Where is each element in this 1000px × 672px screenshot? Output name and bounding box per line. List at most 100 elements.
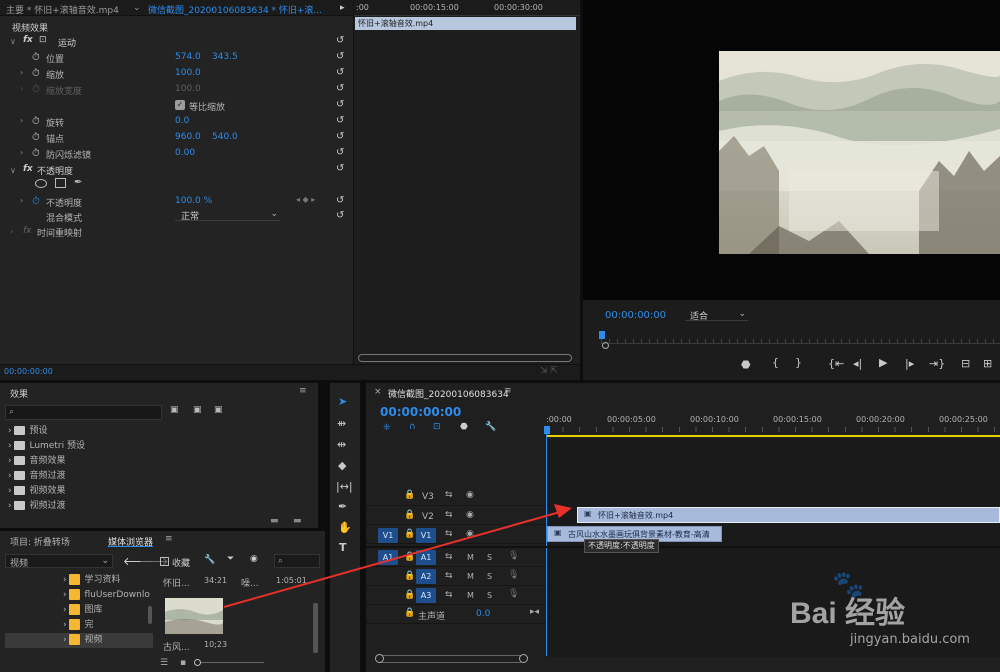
marker-icon[interactable]: ⬣ bbox=[460, 422, 468, 432]
prop-rotation-value[interactable]: 0.0 bbox=[175, 116, 189, 126]
selection-tool-icon[interactable]: ➤ bbox=[338, 395, 347, 408]
eye-icon[interactable]: ◉ bbox=[466, 490, 474, 500]
list-item[interactable]: › 音频效果 bbox=[0, 454, 318, 469]
mark-out-icon[interactable]: } bbox=[795, 356, 802, 369]
icon-view-icon[interactable]: ▪ bbox=[180, 658, 186, 668]
view-icon[interactable]: ◉ bbox=[250, 554, 258, 564]
microphone-icon[interactable]: 🎙 bbox=[508, 589, 519, 599]
new-custom-bin-icon[interactable]: ▬ bbox=[270, 516, 279, 526]
transform-icon[interactable]: ⊡ bbox=[39, 35, 47, 45]
stopwatch-icon[interactable]: ⏱ bbox=[32, 148, 40, 159]
pen-mask-icon[interactable]: ✒ bbox=[74, 177, 82, 188]
pen-tool-icon[interactable]: ✒ bbox=[338, 500, 347, 513]
accelerated-effects-icon[interactable]: ▣ bbox=[193, 405, 202, 415]
reset-icon[interactable]: ↺ bbox=[336, 148, 346, 158]
wrench-icon[interactable]: 🔧 bbox=[204, 555, 215, 565]
files-scrollbar[interactable] bbox=[313, 603, 318, 653]
source-patch-v1[interactable]: V1 bbox=[378, 528, 398, 543]
tree-scrollbar[interactable] bbox=[148, 606, 152, 624]
sync-lock-icon[interactable]: ⇆ bbox=[445, 529, 453, 539]
reset-icon[interactable]: ↺ bbox=[336, 100, 346, 110]
master-value[interactable]: 0.0 bbox=[476, 609, 490, 619]
track-header-master[interactable] bbox=[366, 605, 546, 624]
blend-mode-select[interactable]: 正常 ⌄ bbox=[175, 208, 280, 222]
list-view-icon[interactable]: ☰ bbox=[160, 658, 168, 668]
keyframe-nav-icon[interactable]: ◂ ◆ ▸ bbox=[296, 195, 315, 204]
prop-position-x[interactable]: 574.0 bbox=[175, 52, 201, 62]
nest-icon[interactable]: ⊡ bbox=[433, 422, 441, 432]
lift-icon[interactable]: ⊟ bbox=[961, 357, 970, 370]
tab-dropdown-icon[interactable]: ⌄ bbox=[133, 3, 141, 13]
lock-icon[interactable]: 🔒 bbox=[404, 510, 415, 520]
list-item[interactable]: › 视频 bbox=[5, 633, 153, 648]
solo-button[interactable]: S bbox=[487, 553, 492, 562]
uniform-scale-checkbox[interactable]: ✓ bbox=[175, 100, 185, 110]
list-item[interactable]: › Lumetri 预设 bbox=[0, 439, 318, 454]
list-item[interactable]: › 视频效果 bbox=[0, 484, 318, 499]
mini-scrollbar[interactable] bbox=[358, 354, 572, 362]
track-target-a3[interactable]: A3 bbox=[416, 588, 436, 603]
source-patch-a1[interactable]: A1 bbox=[378, 550, 398, 565]
sync-lock-icon[interactable]: ⇆ bbox=[445, 510, 453, 520]
list-item[interactable]: › fluUserDownlo bbox=[5, 588, 153, 603]
add-marker-icon[interactable]: ⬣ bbox=[741, 358, 751, 371]
sync-lock-icon[interactable]: ⇆ bbox=[445, 490, 453, 500]
hand-tool-icon[interactable]: ✋ bbox=[338, 521, 352, 534]
prop-anchor-y[interactable]: 540.0 bbox=[212, 132, 238, 142]
filter-icon[interactable]: ⏷ bbox=[227, 554, 234, 564]
track-target-a1[interactable]: A1 bbox=[416, 550, 436, 565]
panel-menu-icon[interactable]: ≡ bbox=[299, 386, 307, 396]
solo-button[interactable]: S bbox=[487, 591, 492, 600]
track-header-v3[interactable] bbox=[366, 487, 546, 506]
prop-opacity-value[interactable]: 100.0 % bbox=[175, 196, 212, 206]
go-to-end-icon[interactable]: ▸◂ bbox=[530, 607, 539, 617]
stopwatch-icon[interactable]: ⏱ bbox=[32, 68, 40, 79]
collapse-icon[interactable]: ∨ bbox=[10, 37, 16, 46]
eye-icon[interactable]: ◉ bbox=[466, 529, 474, 539]
lock-icon[interactable]: 🔒 bbox=[404, 571, 415, 581]
effects-search-input[interactable]: ⌕ bbox=[5, 405, 162, 420]
prop-position-y[interactable]: 343.5 bbox=[212, 52, 238, 62]
rectangle-mask-icon[interactable] bbox=[55, 178, 66, 188]
sequence-tab[interactable]: 微信截图_20200106083634 bbox=[388, 387, 509, 400]
timeline-timecode[interactable]: 00:00:00:00 bbox=[380, 405, 461, 419]
track-target-v1[interactable]: V1 bbox=[416, 528, 436, 543]
list-item[interactable]: › 图库 bbox=[5, 603, 153, 618]
reset-icon[interactable]: ↺ bbox=[336, 52, 346, 62]
delete-icon[interactable]: ▬ bbox=[293, 516, 302, 526]
lock-icon[interactable]: 🔒 bbox=[404, 590, 415, 600]
stopwatch-icon[interactable]: ⏱ bbox=[32, 116, 40, 127]
media-type-select[interactable]: 视频 ⌄ bbox=[5, 554, 113, 569]
panel-menu-icon[interactable]: ≡ bbox=[504, 386, 512, 396]
eye-icon[interactable]: ◉ bbox=[466, 510, 474, 520]
mark-in-icon[interactable]: { bbox=[772, 356, 779, 369]
scroll-handle-left[interactable] bbox=[375, 654, 384, 663]
work-area-bar[interactable] bbox=[546, 435, 1000, 437]
expand-icon[interactable]: › bbox=[20, 84, 23, 93]
ripple-edit-tool-icon[interactable]: ⇹ bbox=[337, 438, 346, 451]
lock-icon[interactable]: 🔒 bbox=[404, 552, 415, 562]
expand-icon[interactable]: › bbox=[20, 196, 23, 205]
tab-source[interactable]: 主要 * 怀旧+滚轴音效.mp4 bbox=[6, 3, 119, 16]
lock-icon[interactable]: 🔒 bbox=[404, 490, 415, 500]
new-bin-icon[interactable]: ▣ bbox=[170, 405, 179, 415]
go-to-out-icon[interactable]: ⇥} bbox=[929, 357, 945, 370]
play-icon[interactable]: ▸ bbox=[340, 3, 345, 13]
stopwatch-icon[interactable]: ⏱ bbox=[32, 52, 40, 63]
step-back-icon[interactable]: ◂| bbox=[853, 357, 862, 370]
type-tool-icon[interactable]: T bbox=[339, 541, 347, 554]
track-target-a2[interactable]: A2 bbox=[416, 569, 436, 584]
sync-lock-icon[interactable]: ⇆ bbox=[445, 571, 453, 581]
close-icon[interactable]: × bbox=[374, 387, 382, 397]
export-frame-icon[interactable]: ⇲ ⇱ bbox=[540, 366, 558, 376]
go-to-in-icon[interactable]: {⇤ bbox=[828, 357, 844, 370]
track-select-tool-icon[interactable]: ⇻ bbox=[337, 417, 346, 430]
microphone-icon[interactable]: 🎙 bbox=[508, 570, 519, 580]
collapse-icon[interactable]: ∨ bbox=[10, 166, 16, 175]
mute-button[interactable]: M bbox=[467, 553, 474, 562]
expand-icon[interactable]: › bbox=[20, 148, 23, 157]
reset-icon[interactable]: ↺ bbox=[336, 211, 346, 221]
solo-button[interactable]: S bbox=[487, 572, 492, 581]
program-playhead[interactable] bbox=[599, 331, 605, 339]
list-item[interactable]: › 视频过渡 bbox=[0, 499, 318, 514]
